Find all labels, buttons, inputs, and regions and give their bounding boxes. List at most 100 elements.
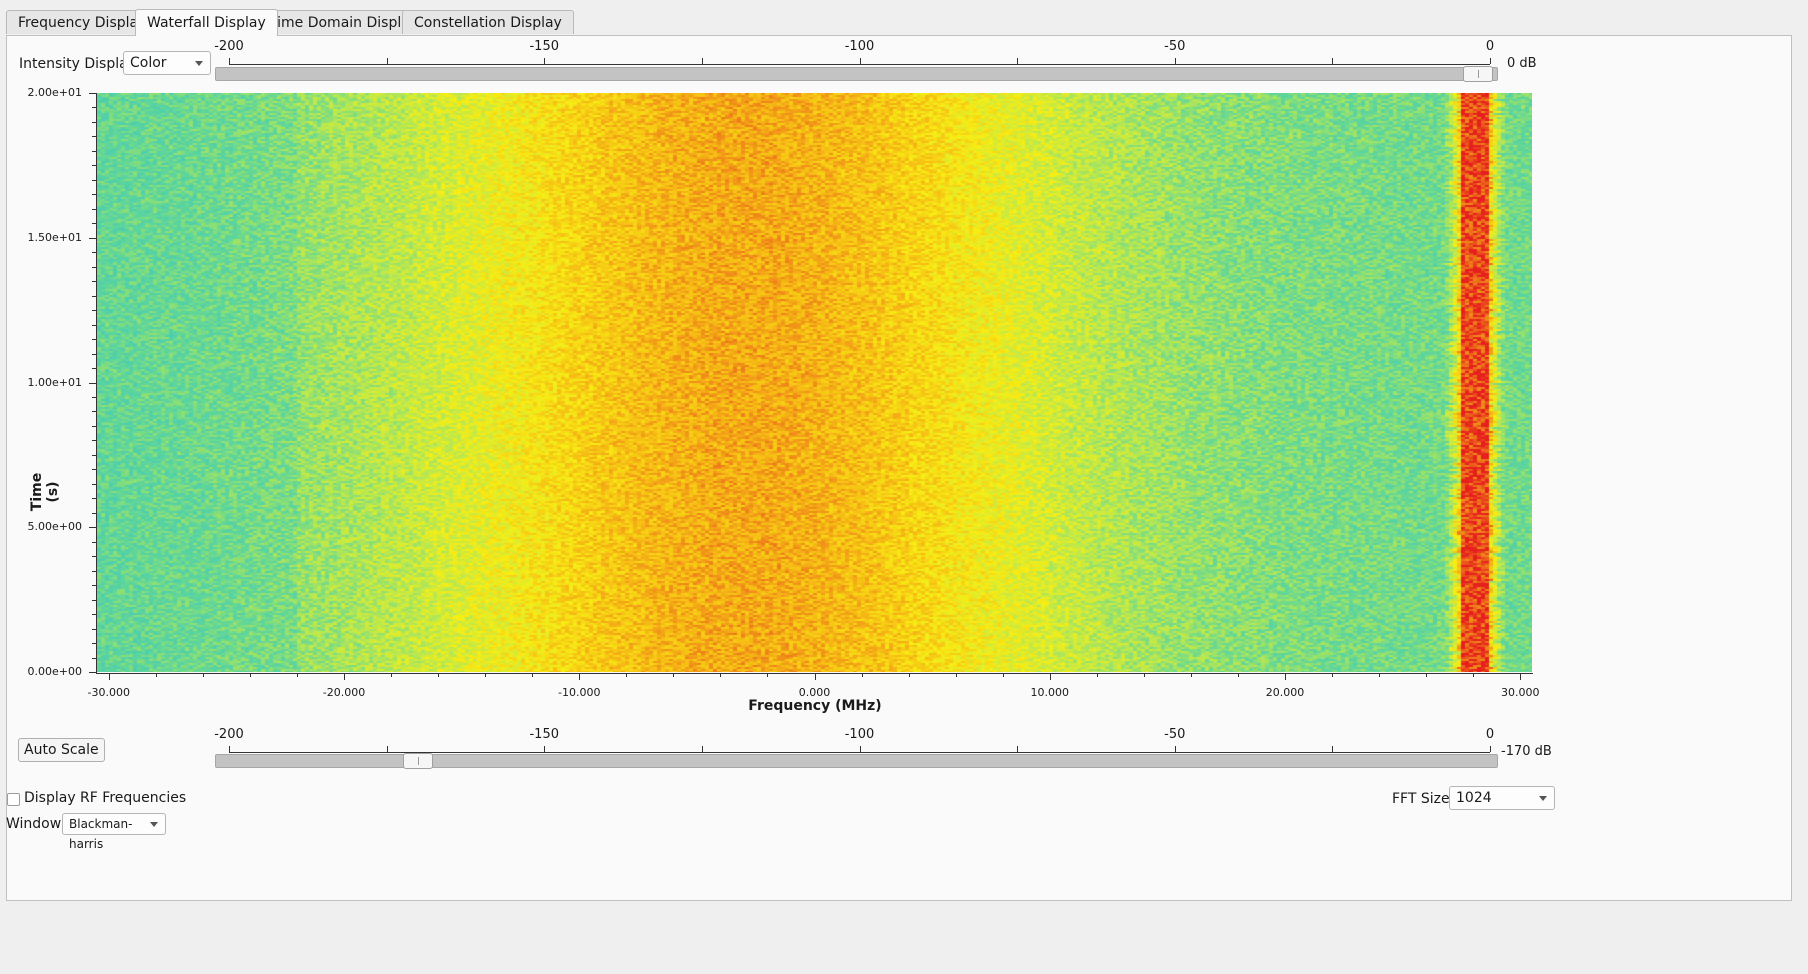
- max-intensity-slider-handle[interactable]: [1463, 66, 1493, 82]
- bottom_scale-tick-label: -200: [214, 727, 244, 742]
- y-tick-mark: [92, 165, 96, 167]
- y-tick-label: 5.00e+00: [27, 520, 82, 534]
- y-tick-mark: [89, 527, 96, 529]
- bottom_scale-tick-mark: [386, 746, 388, 752]
- x-tick-mark: [155, 673, 157, 677]
- top_scale-tick-mark: [701, 58, 703, 64]
- y-tick-label: 2.00e+01: [27, 86, 82, 99]
- x-tick-mark: [579, 673, 581, 680]
- display-rf-frequencies-checkbox[interactable]: [7, 793, 20, 806]
- top_scale-tick-mark: [1017, 58, 1019, 64]
- top_scale-tick-mark: [386, 58, 388, 64]
- bottom_scale-tick-mark: [1174, 746, 1176, 752]
- x-tick-mark: [1049, 673, 1051, 680]
- intensity-display-value: Color: [130, 55, 167, 71]
- min-intensity-slider[interactable]: [215, 753, 1498, 769]
- y-tick-mark: [92, 628, 96, 630]
- min-intensity-db-label: -170 dB: [1501, 744, 1552, 759]
- auto-scale-button[interactable]: Auto Scale: [18, 738, 105, 762]
- y-tick-mark: [92, 585, 96, 587]
- top_scale-tick-mark: [859, 58, 861, 64]
- bottom-db-scale: -200 -150 -100 -50 0: [214, 727, 1494, 753]
- y-tick-mark: [89, 93, 96, 94]
- y-tick-mark: [92, 208, 96, 210]
- x-tick-mark: [1143, 673, 1145, 677]
- y-tick-mark: [89, 382, 96, 384]
- y-tick-mark: [92, 368, 96, 370]
- x-tick-mark: [1002, 673, 1004, 677]
- bottom_scale-tick-mark: [1017, 746, 1019, 752]
- top_scale-tick-label: 0: [1485, 39, 1495, 54]
- top_scale-tick-mark: [1490, 58, 1491, 64]
- top-db-scale: -200 -150 -100 -50 0: [214, 39, 1494, 65]
- bottom_scale-tick-label: -50: [1164, 727, 1186, 742]
- y-tick-mark: [92, 266, 96, 268]
- x-tick-mark: [767, 673, 769, 677]
- tab-constellation-display[interactable]: Constellation Display: [402, 10, 574, 34]
- x-tick-mark: [1332, 673, 1334, 677]
- bottom_scale-tick-label: 0: [1485, 727, 1495, 742]
- y-tick-mark: [89, 237, 96, 239]
- x-tick-label: -30.000: [87, 686, 130, 699]
- x-tick-mark: [249, 673, 251, 677]
- top_scale-tick-label: -200: [214, 39, 244, 54]
- intensity-display-label: Intensity Display:: [19, 56, 140, 72]
- y-tick-label: 0.00e+00: [27, 665, 82, 678]
- top_scale-tick-label: -150: [529, 39, 560, 54]
- x-tick-mark: [720, 673, 722, 677]
- dropdown-arrow-icon: [1539, 796, 1547, 801]
- x-tick-mark: [861, 673, 863, 677]
- x-tick-mark: [673, 673, 675, 677]
- y-tick-mark: [92, 454, 96, 456]
- x-tick-mark: [344, 673, 345, 680]
- x-tick-label: 0.000: [798, 686, 831, 699]
- y-tick-mark: [92, 411, 96, 413]
- x-tick-mark: [1426, 673, 1428, 677]
- bottom_scale-tick-mark: [229, 746, 230, 752]
- y-tick-mark: [92, 396, 96, 398]
- bottom_scale-tick-label: -100: [844, 727, 875, 742]
- top_scale-tick-label: -100: [844, 39, 875, 54]
- y-tick-mark: [92, 512, 96, 514]
- window-select[interactable]: Blackman-harris: [62, 813, 166, 851]
- min-intensity-slider-handle[interactable]: [403, 753, 433, 769]
- x-tick-mark: [1379, 673, 1381, 677]
- y-tick-mark: [92, 425, 96, 427]
- x-tick-mark: [532, 673, 534, 677]
- y-tick-mark: [92, 121, 96, 123]
- y-tick-mark: [92, 498, 96, 500]
- y-tick-mark: [92, 179, 96, 181]
- y-tick-mark: [92, 469, 96, 471]
- x-axis-title: Frequency (MHz): [748, 698, 882, 714]
- waterfall-plot[interactable]: [97, 93, 1532, 672]
- dropdown-arrow-icon: [195, 61, 203, 66]
- top_scale-tick-mark: [1174, 58, 1176, 64]
- intensity-display-select[interactable]: Color: [123, 51, 211, 75]
- bottom_scale-tick-mark: [1332, 746, 1334, 752]
- display-rf-frequencies-label: Display RF Frequencies: [24, 790, 187, 806]
- y-tick-mark: [92, 223, 96, 225]
- max-intensity-db-label: 0 dB: [1507, 56, 1537, 71]
- y-tick-mark: [89, 672, 96, 673]
- y-tick-mark: [92, 281, 96, 283]
- y-tick-mark: [92, 324, 96, 326]
- bottom_scale-tick-mark: [701, 746, 703, 752]
- x-tick-mark: [955, 673, 957, 677]
- y-tick-mark: [92, 339, 96, 341]
- y-tick-mark: [92, 570, 96, 572]
- x-tick-label: 10.000: [1030, 686, 1069, 699]
- max-intensity-slider[interactable]: [215, 66, 1498, 82]
- y-tick-mark: [92, 107, 96, 109]
- tab-waterfall-display[interactable]: Waterfall Display: [135, 9, 278, 36]
- bottom_scale-tick-mark: [544, 746, 546, 752]
- y-tick-mark: [92, 599, 96, 601]
- x-tick-mark: [391, 673, 393, 677]
- y-tick-mark: [92, 353, 96, 355]
- top_scale-tick-label: -50: [1164, 39, 1186, 54]
- top-scale-baseline: [229, 64, 1490, 65]
- y-tick-mark: [92, 643, 96, 645]
- x-tick-mark: [1190, 673, 1192, 677]
- x-tick-mark: [1473, 673, 1475, 677]
- fft-size-select[interactable]: 1024: [1449, 786, 1555, 810]
- y-tick-mark: [92, 194, 96, 196]
